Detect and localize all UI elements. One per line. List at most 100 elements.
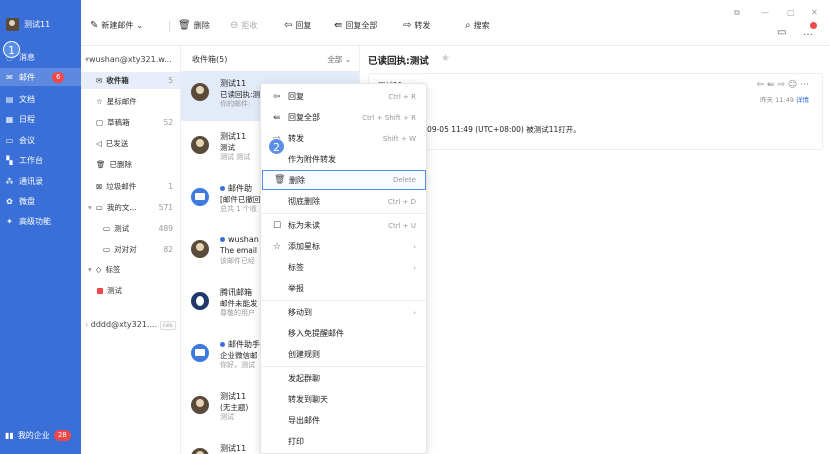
menu-item-delete[interactable]: 🗑 删除 Delete: [262, 170, 426, 190]
menu-item-report[interactable]: 举报: [261, 278, 426, 299]
mail-preview: 该邮件已经: [220, 257, 255, 265]
menu-item-group-chat[interactable]: 发起群聊: [261, 368, 426, 389]
star-icon: ☆: [273, 241, 282, 252]
pin-icon[interactable]: ⧉: [734, 8, 740, 18]
close-icon[interactable]: ✕: [811, 8, 818, 17]
detail-link[interactable]: 详情: [796, 96, 809, 104]
folder-test[interactable]: ▭ 测试 489: [81, 220, 181, 237]
folder-label: 我的文...: [106, 203, 137, 212]
mail-from-text: 邮件助: [228, 184, 252, 193]
menu-label: 标为未读: [288, 221, 320, 230]
folder-count: 5: [168, 76, 173, 85]
menu-item-permanent-delete[interactable]: 彻底删除 Ctrl + D: [261, 191, 426, 212]
layout-icon[interactable]: ▭: [777, 27, 786, 38]
menu-item-add-star[interactable]: ☆ 添加星标 ›: [261, 236, 426, 257]
menu-item-create-rule[interactable]: 创建规则: [261, 344, 426, 365]
delete-button[interactable]: 🗑 删除: [178, 20, 210, 31]
nav-item-workbench[interactable]: ▚ 工作台: [0, 151, 81, 169]
menu-item-reply[interactable]: ⇦ 回复 Ctrl + R: [261, 86, 426, 107]
account-2[interactable]: › dddd@xty321.... ces: [85, 320, 176, 330]
star-icon[interactable]: ★: [441, 53, 450, 64]
search-button[interactable]: ⌕ 搜索: [465, 20, 490, 31]
forward-icon: ⇨: [403, 20, 412, 31]
forward-label: 转发: [414, 21, 431, 30]
folder-my-folders[interactable]: ▾ ▭ 我的文... 571: [81, 199, 181, 216]
folder-inbox[interactable]: ✉ 收件箱 5: [81, 72, 181, 89]
menu-item-move-to[interactable]: 移动到 ›: [261, 302, 426, 323]
menu-item-print[interactable]: 打印: [261, 431, 426, 452]
reply-label: 回复: [295, 21, 312, 30]
menu-item-forward-as-attachment[interactable]: 作为附件转发: [261, 149, 426, 170]
nav-item-mail[interactable]: ✉ 邮件 6: [0, 68, 81, 86]
nav-item-contacts[interactable]: ⁂ 通讯录: [0, 172, 81, 190]
forward-button[interactable]: ⇨ 转发: [403, 20, 430, 31]
menu-label: 发起群聊: [288, 374, 320, 383]
search-icon: ⌕: [465, 20, 471, 31]
chevron-down-icon: ⌄: [344, 55, 351, 64]
menu-label: 标签: [288, 263, 304, 272]
reading-pane: 已读回执:测试 ★ 测试11 ⇦ ⇚ ⇨ ☺ ⋯ 昨天 11:49 详情 试 已…: [361, 46, 830, 454]
tag-red-icon: [97, 287, 103, 294]
reply-all-button[interactable]: ⇚ 回复全部: [334, 20, 377, 31]
new-mail-label: 新建邮件: [101, 21, 134, 30]
account-2-tag: ces: [159, 321, 176, 330]
account-1[interactable]: ▾wushan@xty321.w...: [85, 55, 172, 64]
folder-deleted[interactable]: 🗑 已删除: [81, 156, 181, 173]
mail-icon: ✉: [6, 72, 13, 82]
chevron-down-icon: ▾: [88, 265, 92, 274]
menu-item-reply-all[interactable]: ⇚ 回复全部 Ctrl + Shift + R: [261, 107, 426, 128]
enterprise-icon: ▮▮: [5, 431, 14, 440]
folder-label: 对对对: [114, 245, 137, 254]
star-icon: ☆: [96, 97, 103, 106]
reply-all-icon[interactable]: ⇚: [767, 80, 775, 90]
unread-dot: [220, 237, 225, 242]
filter-dropdown[interactable]: 全部 ⌄: [327, 54, 351, 65]
nav-label: 工作台: [19, 155, 43, 165]
new-mail-button[interactable]: ✎ 新建邮件 ⌄: [90, 20, 143, 31]
more-icon[interactable]: ⋯: [800, 80, 809, 90]
menu-label: 导出邮件: [288, 416, 320, 425]
nav-item-docs[interactable]: ▤ 文档: [0, 90, 81, 108]
folder-sent[interactable]: ◁ 已发送: [81, 135, 181, 152]
menu-item-forward-to-chat[interactable]: 转发到聊天: [261, 389, 426, 410]
nav-label: 文档: [19, 94, 35, 104]
maximize-icon[interactable]: ▢: [787, 8, 795, 17]
nav-item-drive[interactable]: ✿ 微盘: [0, 192, 81, 210]
tag-test[interactable]: 测试: [81, 282, 181, 299]
folder-duiduidui[interactable]: ▭ 对对对 82: [81, 241, 181, 258]
folder-tags[interactable]: ▾ ◇ 标签: [81, 261, 181, 278]
enterprise-badge: 28: [53, 430, 71, 441]
forward-icon[interactable]: ⇨: [777, 80, 785, 90]
reject-button[interactable]: ⊖ 拒收: [230, 20, 257, 31]
menu-item-forward[interactable]: ⇨ 转发 Shift + W: [261, 128, 426, 149]
user-profile[interactable]: 测试11: [6, 18, 50, 31]
mail-from: wushan: [220, 235, 259, 244]
folder-spam[interactable]: ⊠ 垃圾邮件 1: [81, 178, 181, 195]
folder-starred[interactable]: ☆ 星标邮件: [81, 93, 181, 110]
nav-item-my-enterprise[interactable]: ▮▮ 我的企业 28: [5, 430, 71, 441]
menu-divider: [261, 213, 426, 214]
menu-item-no-reminder[interactable]: 移入免提醒邮件: [261, 323, 426, 344]
menu-divider: [261, 366, 426, 367]
folder-drafts[interactable]: ▢ 草稿箱 52: [81, 114, 181, 131]
qq-mail-icon: [191, 292, 209, 310]
chevron-right-icon: ›: [413, 242, 416, 251]
chevron-right-icon: ›: [413, 263, 416, 272]
nav-item-advanced[interactable]: ✦ 高级功能: [0, 212, 81, 230]
menu-item-mark-unread[interactable]: ☐ 标为未读 Ctrl + U: [261, 215, 426, 236]
folder-label: 星标邮件: [106, 97, 137, 106]
menu-label: 举报: [288, 284, 304, 293]
menu-divider: [261, 300, 426, 301]
nav-item-meeting[interactable]: ▭ 会议: [0, 131, 81, 149]
reply-button[interactable]: ⇦ 回复: [284, 20, 311, 31]
nav-item-calendar[interactable]: ▦ 日程: [0, 110, 81, 128]
menu-item-export[interactable]: 导出邮件: [261, 410, 426, 431]
folder-count: 52: [163, 118, 173, 127]
contacts-icon: ⁂: [5, 176, 14, 186]
mail-time: 昨天 11:49 详情: [760, 94, 809, 104]
reply-icon[interactable]: ⇦: [756, 80, 764, 90]
menu-item-tags[interactable]: 标签 ›: [261, 257, 426, 278]
emoji-icon[interactable]: ☺: [788, 80, 797, 90]
minimize-icon[interactable]: —: [761, 8, 769, 17]
chevron-down-icon: ▾: [88, 203, 92, 212]
